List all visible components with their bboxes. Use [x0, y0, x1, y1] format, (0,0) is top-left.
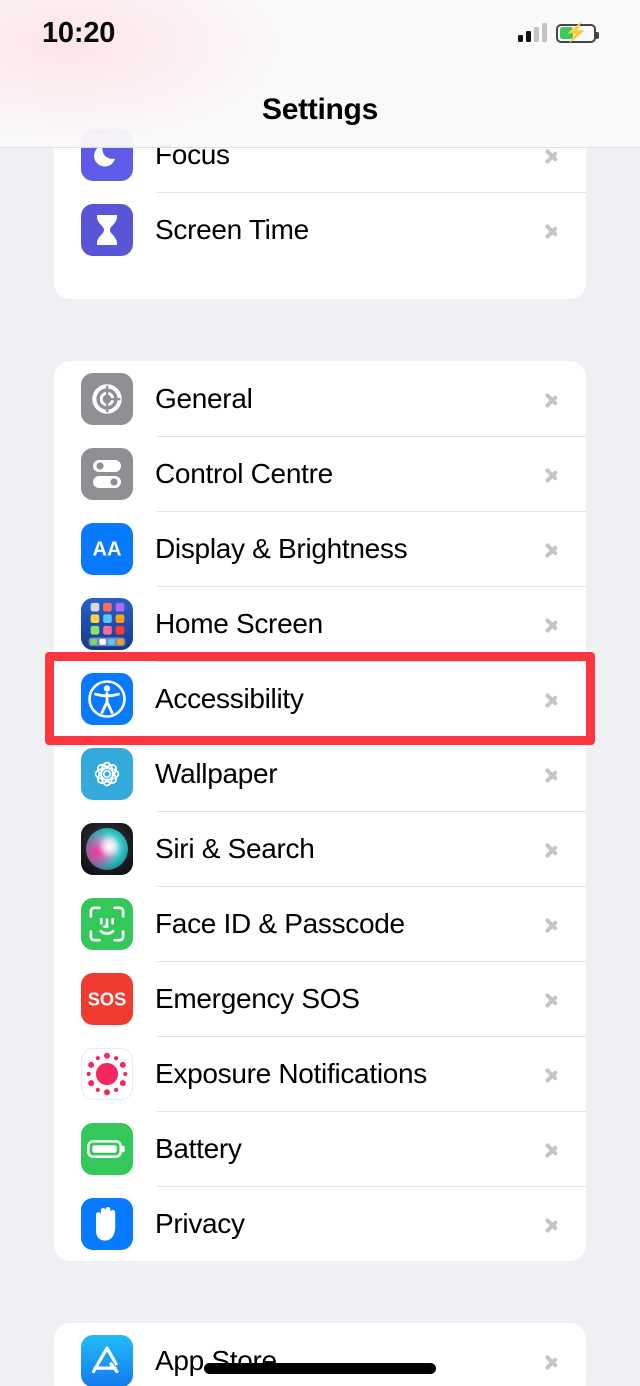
- exposure-dots-icon: [81, 1047, 133, 1100]
- row-label: Emergency SOS: [155, 982, 360, 1014]
- chevron-right-icon: [544, 836, 558, 861]
- settings-row-face-id-passcode[interactable]: Face ID & Passcode: [54, 886, 586, 961]
- row-label: Accessibility: [155, 682, 304, 714]
- settings-row-control-centre[interactable]: Control Centre: [54, 436, 586, 511]
- app-grid-icon: [81, 597, 133, 650]
- chevron-right-icon: [544, 461, 558, 486]
- row-label: Siri & Search: [155, 832, 315, 864]
- lightning-bolt-icon: ⚡: [564, 22, 588, 44]
- battery-charging-icon: ⚡: [556, 22, 599, 44]
- sliders-icon: [81, 447, 133, 500]
- accessibility-icon: [81, 672, 133, 725]
- settings-row-general[interactable]: General: [54, 361, 586, 436]
- row-label: Exposure Notifications: [155, 1057, 427, 1089]
- settings-row-screen-time[interactable]: Screen Time: [54, 192, 586, 267]
- chevron-right-icon: [544, 386, 558, 411]
- row-label: General: [155, 382, 253, 414]
- aa-text-icon: AA: [81, 522, 133, 575]
- settings-row-exposure-notifications[interactable]: Exposure Notifications: [54, 1036, 586, 1111]
- settings-row-display-brightness[interactable]: AA Display & Brightness: [54, 511, 586, 586]
- settings-row-privacy[interactable]: Privacy: [54, 1186, 586, 1261]
- hourglass-icon: [81, 203, 133, 256]
- app-store-icon: [81, 1334, 133, 1386]
- svg-text:AA: AA: [93, 538, 122, 560]
- settings-row-app-store[interactable]: App Store: [54, 1323, 586, 1386]
- row-label: Display & Brightness: [155, 532, 408, 564]
- page-title: Settings: [262, 93, 378, 126]
- chevron-right-icon: [544, 1061, 558, 1086]
- sos-icon: SOS: [81, 972, 133, 1025]
- row-label: Face ID & Passcode: [155, 907, 405, 939]
- svg-text:SOS: SOS: [88, 988, 127, 1009]
- chevron-right-icon: [544, 1348, 558, 1373]
- row-label: Wallpaper: [155, 757, 278, 789]
- row-label: Control Centre: [155, 457, 333, 489]
- settings-group-group-system: General Control Centre AA Display & Bright…: [54, 361, 586, 1261]
- status-indicators: ⚡: [518, 22, 599, 44]
- row-label: Screen Time: [155, 213, 309, 245]
- chevron-right-icon: [544, 217, 558, 242]
- home-indicator: [204, 1363, 436, 1374]
- gear-icon: [81, 372, 133, 425]
- settings-row-emergency-sos[interactable]: SOS Emergency SOS: [54, 961, 586, 1036]
- chevron-right-icon: [544, 536, 558, 561]
- chevron-right-icon: [544, 761, 558, 786]
- settings-row-accessibility[interactable]: Accessibility: [54, 661, 586, 736]
- cellular-signal-icon: [518, 23, 547, 42]
- settings-group-group-stores: App Store: [54, 1323, 586, 1386]
- row-label: Privacy: [155, 1207, 245, 1239]
- siri-orb-icon: [81, 822, 133, 875]
- settings-row-home-screen[interactable]: Home Screen: [54, 586, 586, 661]
- settings-row-battery[interactable]: Battery: [54, 1111, 586, 1186]
- flower-icon: [81, 747, 133, 800]
- status-clock: 10:20: [42, 16, 116, 49]
- iphone-settings-screen: Focus Screen Time General Control Centre A…: [0, 0, 640, 1386]
- row-label: Battery: [155, 1132, 242, 1164]
- chevron-right-icon: [544, 611, 558, 636]
- chevron-right-icon: [544, 986, 558, 1011]
- settings-row-siri-search[interactable]: Siri & Search: [54, 811, 586, 886]
- chevron-right-icon: [544, 1136, 558, 1161]
- face-id-icon: [81, 897, 133, 950]
- hand-raised-icon: [81, 1197, 133, 1250]
- row-label: Home Screen: [155, 607, 323, 639]
- chevron-right-icon: [544, 1211, 558, 1236]
- battery-icon: [81, 1122, 133, 1175]
- chevron-right-icon: [544, 686, 558, 711]
- settings-row-wallpaper[interactable]: Wallpaper: [54, 736, 586, 811]
- chevron-right-icon: [544, 911, 558, 936]
- status-bar: 10:20 ⚡: [0, 0, 640, 62]
